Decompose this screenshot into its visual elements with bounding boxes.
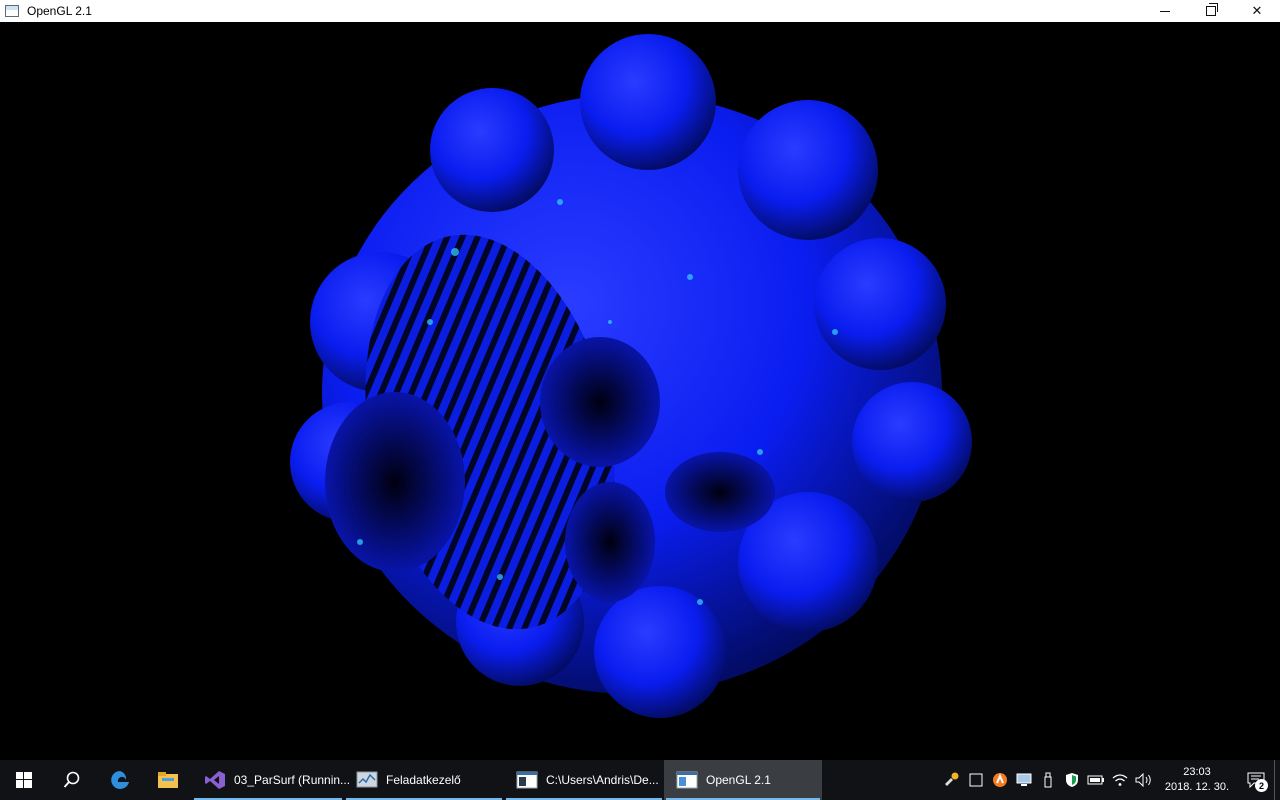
opengl-window-icon [5, 5, 19, 17]
taskbar-app-label: Feladatkezelő [386, 773, 461, 787]
tray-app-icon[interactable] [940, 760, 964, 800]
taskbar-app-label: 03_ParSurf (Runnin... [234, 773, 351, 787]
wifi-icon [1112, 774, 1128, 786]
file-explorer-pinned-button[interactable] [144, 760, 192, 800]
minimize-icon [1160, 10, 1170, 12]
restore-button[interactable] [1188, 0, 1234, 22]
notification-count-badge: 2 [1255, 779, 1268, 792]
monitor-icon [1016, 773, 1032, 786]
search-button[interactable] [48, 760, 96, 800]
clock-date: 2018. 12. 30. [1164, 781, 1230, 793]
tray-app-icon[interactable] [1036, 760, 1060, 800]
volume-icon [1135, 773, 1151, 787]
windows-start-icon [16, 772, 32, 788]
clock-time: 23:03 [1183, 766, 1211, 778]
window-title: OpenGL 2.1 [27, 4, 92, 18]
show-desktop-button[interactable] [1274, 760, 1280, 800]
tray-app-icon[interactable] [1060, 760, 1084, 800]
taskbar-app-label: C:\Users\Andris\De... [546, 773, 659, 787]
close-button[interactable]: ✕ [1234, 0, 1280, 22]
fractal-body [290, 34, 972, 718]
restore-icon [1206, 3, 1218, 16]
tray-app-icon[interactable] [1108, 760, 1132, 800]
opengl-viewport[interactable] [0, 22, 1280, 760]
edge-pinned-button[interactable] [96, 760, 144, 800]
taskbar-app-opengl[interactable]: OpenGL 2.1 [664, 760, 822, 800]
dev-tool-icon [945, 772, 959, 786]
battery-icon [1087, 775, 1104, 785]
file-explorer-icon [158, 772, 178, 788]
window-box-icon [969, 773, 983, 787]
avast-icon [993, 773, 1007, 787]
usb-drive-icon [1044, 772, 1052, 788]
visual-studio-icon [205, 771, 225, 789]
task-manager-icon [356, 771, 378, 788]
taskbar-app-visual-studio[interactable]: 03_ParSurf (Runnin... [192, 760, 350, 800]
close-icon: ✕ [1251, 3, 1263, 18]
taskbar: 03_ParSurf (Runnin... Feladatkezelő C:\U… [0, 760, 1280, 800]
opengl-window-icon [676, 771, 698, 789]
console-icon [516, 771, 538, 789]
start-button[interactable] [0, 760, 48, 800]
search-icon [63, 771, 80, 788]
action-center-button[interactable]: 2 [1238, 760, 1274, 800]
tray-app-icon[interactable] [1132, 760, 1156, 800]
tray-app-icon[interactable] [988, 760, 1012, 800]
fractal-surface-render [290, 34, 972, 718]
taskbar-app-console[interactable]: C:\Users\Andris\De... [504, 760, 664, 800]
window-controls: ✕ [1142, 0, 1280, 22]
taskbar-app-label: OpenGL 2.1 [706, 773, 771, 787]
window-titlebar: OpenGL 2.1 ✕ [0, 0, 1280, 22]
tray-app-icon[interactable] [1084, 760, 1108, 800]
system-tray: 23:03 2018. 12. 30. 2 [940, 760, 1280, 800]
tray-app-icon[interactable] [964, 760, 988, 800]
tray-app-icon[interactable] [1012, 760, 1036, 800]
taskbar-clock[interactable]: 23:03 2018. 12. 30. [1162, 765, 1232, 795]
minimize-button[interactable] [1142, 0, 1188, 22]
edge-icon [111, 771, 129, 789]
taskbar-app-task-manager[interactable]: Feladatkezelő [344, 760, 504, 800]
defender-shield-icon [1066, 773, 1078, 787]
